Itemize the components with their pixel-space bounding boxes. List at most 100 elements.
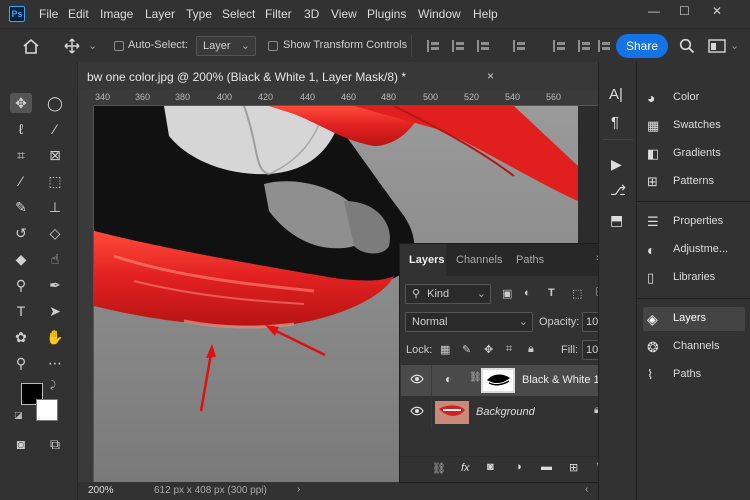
- lock-transparent-icon[interactable]: ▦: [440, 343, 450, 356]
- scroll-left-icon[interactable]: ‹: [585, 484, 588, 495]
- brush-tool-icon[interactable]: ✎: [10, 197, 32, 217]
- magic-wand-icon[interactable]: ⁄: [44, 119, 66, 139]
- filter-type-icon[interactable]: T: [548, 287, 555, 299]
- swap-colors-icon[interactable]: ⤸: [50, 380, 56, 391]
- lock-position-icon[interactable]: ✥: [484, 343, 493, 356]
- history-brush-icon[interactable]: ↺: [10, 223, 32, 243]
- move-tool-icon[interactable]: ✥: [10, 93, 32, 113]
- menu-image[interactable]: Image: [100, 7, 133, 21]
- folder-icon[interactable]: ▬: [541, 461, 552, 473]
- dock-item-libraries[interactable]: ▯ Libraries: [643, 266, 745, 290]
- menu-help[interactable]: Help: [473, 7, 498, 21]
- dock-item-properties[interactable]: ☰ Properties: [643, 210, 745, 234]
- share-button[interactable]: Share: [616, 34, 668, 58]
- adjustment-icon[interactable]: ◑: [515, 461, 522, 473]
- align-right-icon[interactable]: [477, 40, 490, 52]
- lock-artboard-icon[interactable]: ⌗: [506, 343, 512, 356]
- distribute-icon[interactable]: [513, 40, 526, 52]
- menu-type[interactable]: Type: [186, 7, 212, 21]
- pen-tool-icon[interactable]: ✒: [44, 275, 66, 295]
- object-selection-icon[interactable]: ⬚: [44, 171, 66, 191]
- auto-select-checkbox[interactable]: [114, 41, 124, 51]
- filter-pixel-icon[interactable]: ▣: [502, 287, 512, 300]
- dodge-tool-icon[interactable]: ⚲: [10, 275, 32, 295]
- menu-filter[interactable]: Filter: [265, 7, 292, 21]
- status-menu-icon[interactable]: ›: [297, 484, 300, 495]
- menu-3d[interactable]: 3D: [304, 7, 319, 21]
- zoom-level[interactable]: 200%: [88, 485, 114, 496]
- eraser-tool-icon[interactable]: ◇: [44, 223, 66, 243]
- dock-item-adjustments[interactable]: ◐ Adjustme...: [643, 238, 745, 262]
- auto-select-dropdown[interactable]: Layer ⌄: [196, 36, 256, 56]
- search-icon[interactable]: [679, 38, 695, 54]
- menu-layer[interactable]: Layer: [145, 7, 175, 21]
- add-mask-icon[interactable]: ◙: [487, 461, 494, 473]
- dock-item-layers[interactable]: ◈ Layers: [643, 307, 745, 331]
- eye-icon[interactable]: [410, 406, 424, 416]
- menu-plugins[interactable]: Plugins: [367, 7, 406, 21]
- more-tools-icon[interactable]: ⋯: [44, 353, 66, 373]
- crop-tool-icon[interactable]: ⌗: [10, 145, 32, 165]
- link-icon[interactable]: ⛓: [469, 372, 482, 383]
- chevron-down-icon[interactable]: ⌄: [88, 39, 97, 52]
- align-left-icon[interactable]: [427, 40, 440, 52]
- layer-mask-thumbnail[interactable]: [481, 368, 515, 393]
- chevron-down-icon[interactable]: ⌄: [730, 39, 739, 52]
- lock-pixels-icon[interactable]: ✎: [462, 343, 471, 356]
- screen-mode-icon[interactable]: ⧉: [44, 434, 66, 454]
- link-layers-icon[interactable]: ⛓: [432, 462, 446, 475]
- layer-filter-dropdown[interactable]: ⚲ Kind ⌄: [405, 284, 491, 304]
- menu-window[interactable]: Window: [418, 7, 461, 21]
- info-panel-icon[interactable]: ⬒: [610, 212, 623, 229]
- filter-adjustment-icon[interactable]: ◐: [524, 287, 531, 299]
- align-bottom-icon[interactable]: [598, 40, 611, 52]
- menu-select[interactable]: Select: [222, 7, 255, 21]
- menu-file[interactable]: File: [39, 7, 58, 21]
- tab-layers[interactable]: Layers: [409, 254, 444, 266]
- dock-item-gradients[interactable]: ◧ Gradients: [643, 142, 745, 166]
- show-transform-checkbox[interactable]: [268, 41, 278, 51]
- shape-tool-icon[interactable]: ✿: [10, 327, 32, 347]
- close-window-button[interactable]: ✕: [712, 4, 722, 18]
- marquee-tool-icon[interactable]: ◯: [44, 93, 66, 113]
- actions-panel-icon[interactable]: ▶: [611, 156, 622, 173]
- eye-icon[interactable]: [410, 374, 424, 384]
- eyedropper-icon[interactable]: ⁄: [10, 171, 32, 191]
- tab-channels[interactable]: Channels: [456, 254, 502, 266]
- stamp-tool-icon[interactable]: ⊥: [44, 197, 66, 217]
- minimize-button[interactable]: —: [648, 4, 660, 18]
- blend-mode-dropdown[interactable]: Normal ⌄: [405, 312, 533, 332]
- align-center-icon[interactable]: [452, 40, 465, 52]
- dock-item-channels[interactable]: ❂ Channels: [643, 335, 745, 359]
- document-tab[interactable]: bw one color.jpg @ 200% (Black & White 1…: [78, 62, 598, 90]
- menu-edit[interactable]: Edit: [68, 7, 89, 21]
- frame-tool-icon[interactable]: ⊠: [44, 145, 66, 165]
- workspace-icon[interactable]: [708, 39, 726, 53]
- paragraph-panel-icon[interactable]: ¶: [611, 114, 619, 131]
- smudge-tool-icon[interactable]: ☝: [44, 249, 66, 269]
- default-colors-icon[interactable]: ◪: [14, 410, 23, 421]
- move-tool-icon[interactable]: [64, 38, 80, 54]
- quick-mask-icon[interactable]: ◙: [10, 434, 32, 454]
- history-panel-icon[interactable]: ⎇: [610, 182, 626, 199]
- lasso-tool-icon[interactable]: ℓ: [10, 119, 32, 139]
- home-icon[interactable]: [22, 38, 40, 54]
- align-top-icon[interactable]: [553, 40, 566, 52]
- dock-item-patterns[interactable]: ⊞ Patterns: [643, 170, 745, 194]
- fx-icon[interactable]: fx: [461, 462, 470, 474]
- background-color-swatch[interactable]: [36, 399, 58, 421]
- character-panel-icon[interactable]: A|: [609, 86, 623, 103]
- align-middle-icon[interactable]: [578, 40, 591, 52]
- new-layer-icon[interactable]: ⊞: [569, 461, 578, 474]
- lock-all-icon[interactable]: 🔒︎: [528, 343, 534, 356]
- zoom-tool-icon[interactable]: ⚲: [10, 353, 32, 373]
- maximize-button[interactable]: ☐: [679, 4, 690, 18]
- hand-tool-icon[interactable]: ✋: [44, 327, 66, 347]
- tab-paths[interactable]: Paths: [516, 254, 544, 266]
- path-selection-icon[interactable]: ➤: [44, 301, 66, 321]
- menu-view[interactable]: View: [331, 7, 357, 21]
- dock-item-color[interactable]: ◕ Color: [643, 86, 745, 110]
- filter-shape-icon[interactable]: ⬚: [572, 287, 582, 300]
- dock-item-paths[interactable]: ⌇ Paths: [643, 363, 745, 387]
- type-tool-icon[interactable]: T: [10, 301, 32, 321]
